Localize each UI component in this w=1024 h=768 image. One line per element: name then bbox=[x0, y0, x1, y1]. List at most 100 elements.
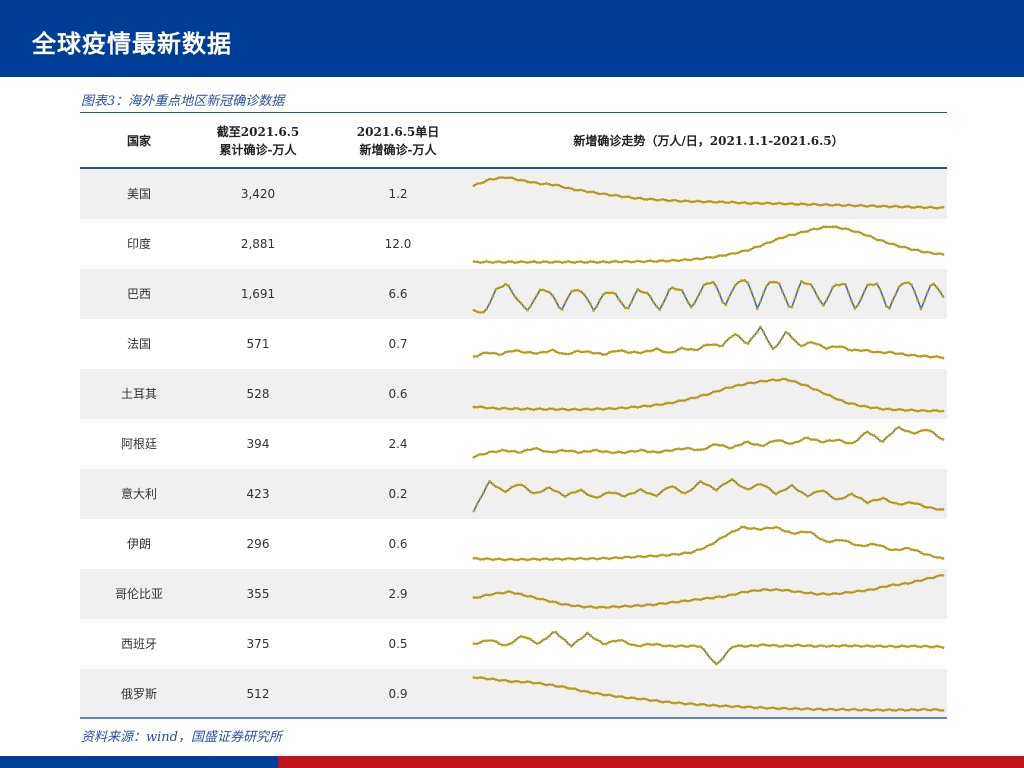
trend-point bbox=[614, 555, 618, 559]
trend-point bbox=[692, 549, 696, 553]
trend-point bbox=[821, 392, 825, 395]
trend-point bbox=[847, 540, 850, 543]
trend-point bbox=[551, 348, 555, 352]
trend-point bbox=[809, 386, 813, 390]
trend-point bbox=[652, 450, 655, 453]
trend-point bbox=[497, 557, 501, 561]
trend-point bbox=[932, 506, 935, 510]
trend-point bbox=[727, 479, 731, 483]
trend-point bbox=[746, 201, 750, 205]
trend-point bbox=[941, 205, 945, 209]
trend-point bbox=[526, 595, 529, 598]
trend-point bbox=[941, 356, 945, 360]
trend-point bbox=[932, 252, 935, 256]
trend-point bbox=[755, 307, 759, 310]
trend-point bbox=[579, 290, 583, 293]
trend-point bbox=[844, 346, 847, 350]
trend-point bbox=[784, 441, 788, 445]
table-row: 法国 571 0.7 bbox=[80, 319, 947, 369]
trend-point bbox=[652, 493, 655, 497]
trend-point bbox=[812, 491, 816, 494]
trend-point bbox=[516, 451, 520, 454]
trend-point bbox=[888, 205, 891, 209]
trend-point bbox=[686, 199, 690, 203]
trend-point bbox=[799, 708, 803, 711]
trend-point bbox=[859, 203, 863, 207]
trend-point bbox=[674, 400, 677, 404]
trend-point bbox=[541, 597, 545, 601]
trend-point bbox=[796, 707, 800, 711]
trend-point bbox=[582, 557, 586, 561]
trend-point bbox=[607, 450, 611, 454]
trend-point bbox=[818, 226, 822, 230]
trend-point bbox=[504, 678, 507, 682]
trend-point bbox=[856, 348, 860, 352]
trend-point bbox=[629, 492, 633, 495]
trend-point bbox=[488, 351, 492, 355]
trend-point bbox=[639, 196, 643, 200]
trend-point bbox=[689, 644, 693, 648]
trend-point bbox=[670, 198, 674, 202]
trend-point bbox=[500, 592, 504, 595]
trend-point bbox=[878, 544, 882, 547]
trend-point bbox=[620, 695, 624, 698]
trend-point bbox=[737, 280, 740, 284]
trend-point bbox=[737, 383, 740, 387]
trend-point bbox=[878, 585, 882, 589]
trend-point bbox=[482, 557, 485, 561]
trend-point bbox=[500, 261, 504, 264]
trend-point bbox=[910, 548, 913, 551]
trend-point bbox=[705, 282, 709, 285]
trend-point bbox=[916, 248, 920, 252]
trend-point bbox=[620, 195, 624, 199]
trend-point bbox=[938, 708, 942, 712]
trend-point bbox=[708, 704, 712, 708]
trend-point bbox=[560, 448, 564, 452]
cumulative-cell: 423 bbox=[246, 487, 270, 501]
trend-point bbox=[878, 287, 882, 291]
trend-point bbox=[554, 684, 558, 688]
trend-point bbox=[494, 287, 498, 291]
trend-point bbox=[825, 592, 828, 596]
trend-point bbox=[522, 260, 526, 264]
trend-point bbox=[844, 590, 847, 594]
trend-point bbox=[862, 544, 866, 548]
trend-point bbox=[563, 449, 567, 453]
trend-point bbox=[699, 257, 703, 261]
trend-point bbox=[579, 488, 583, 492]
trend-point bbox=[494, 678, 498, 682]
trend-point bbox=[787, 305, 791, 308]
trend-point bbox=[614, 695, 618, 699]
trend-point bbox=[541, 557, 545, 561]
trend-point bbox=[692, 257, 696, 261]
trend-point bbox=[529, 448, 533, 452]
trend-point bbox=[777, 341, 781, 345]
trend-point bbox=[689, 396, 693, 400]
trend-point bbox=[818, 592, 822, 596]
trend-point bbox=[840, 497, 844, 500]
cumulative-cell: 296 bbox=[246, 537, 270, 551]
trend-point bbox=[752, 706, 756, 710]
trend-point bbox=[938, 645, 942, 649]
trend-point bbox=[913, 248, 917, 252]
trend-point bbox=[759, 379, 762, 383]
trend-point bbox=[913, 409, 917, 412]
trend-point bbox=[711, 659, 715, 663]
trend-point bbox=[573, 288, 577, 292]
trend-point bbox=[869, 542, 873, 546]
trend-point bbox=[935, 434, 939, 438]
footer-bar-red bbox=[278, 756, 1024, 768]
trend-point bbox=[884, 546, 888, 550]
trend-point bbox=[680, 701, 684, 705]
trend-point bbox=[925, 291, 929, 295]
trend-point bbox=[850, 229, 854, 233]
trend-point bbox=[617, 297, 621, 301]
trend-point bbox=[910, 644, 913, 648]
trend-point bbox=[881, 239, 885, 243]
trend-point bbox=[522, 407, 526, 411]
trend-point bbox=[916, 502, 920, 506]
trend-point bbox=[491, 261, 495, 265]
trend-point bbox=[733, 200, 737, 204]
trend-point bbox=[485, 406, 488, 410]
trend-point bbox=[607, 491, 611, 494]
